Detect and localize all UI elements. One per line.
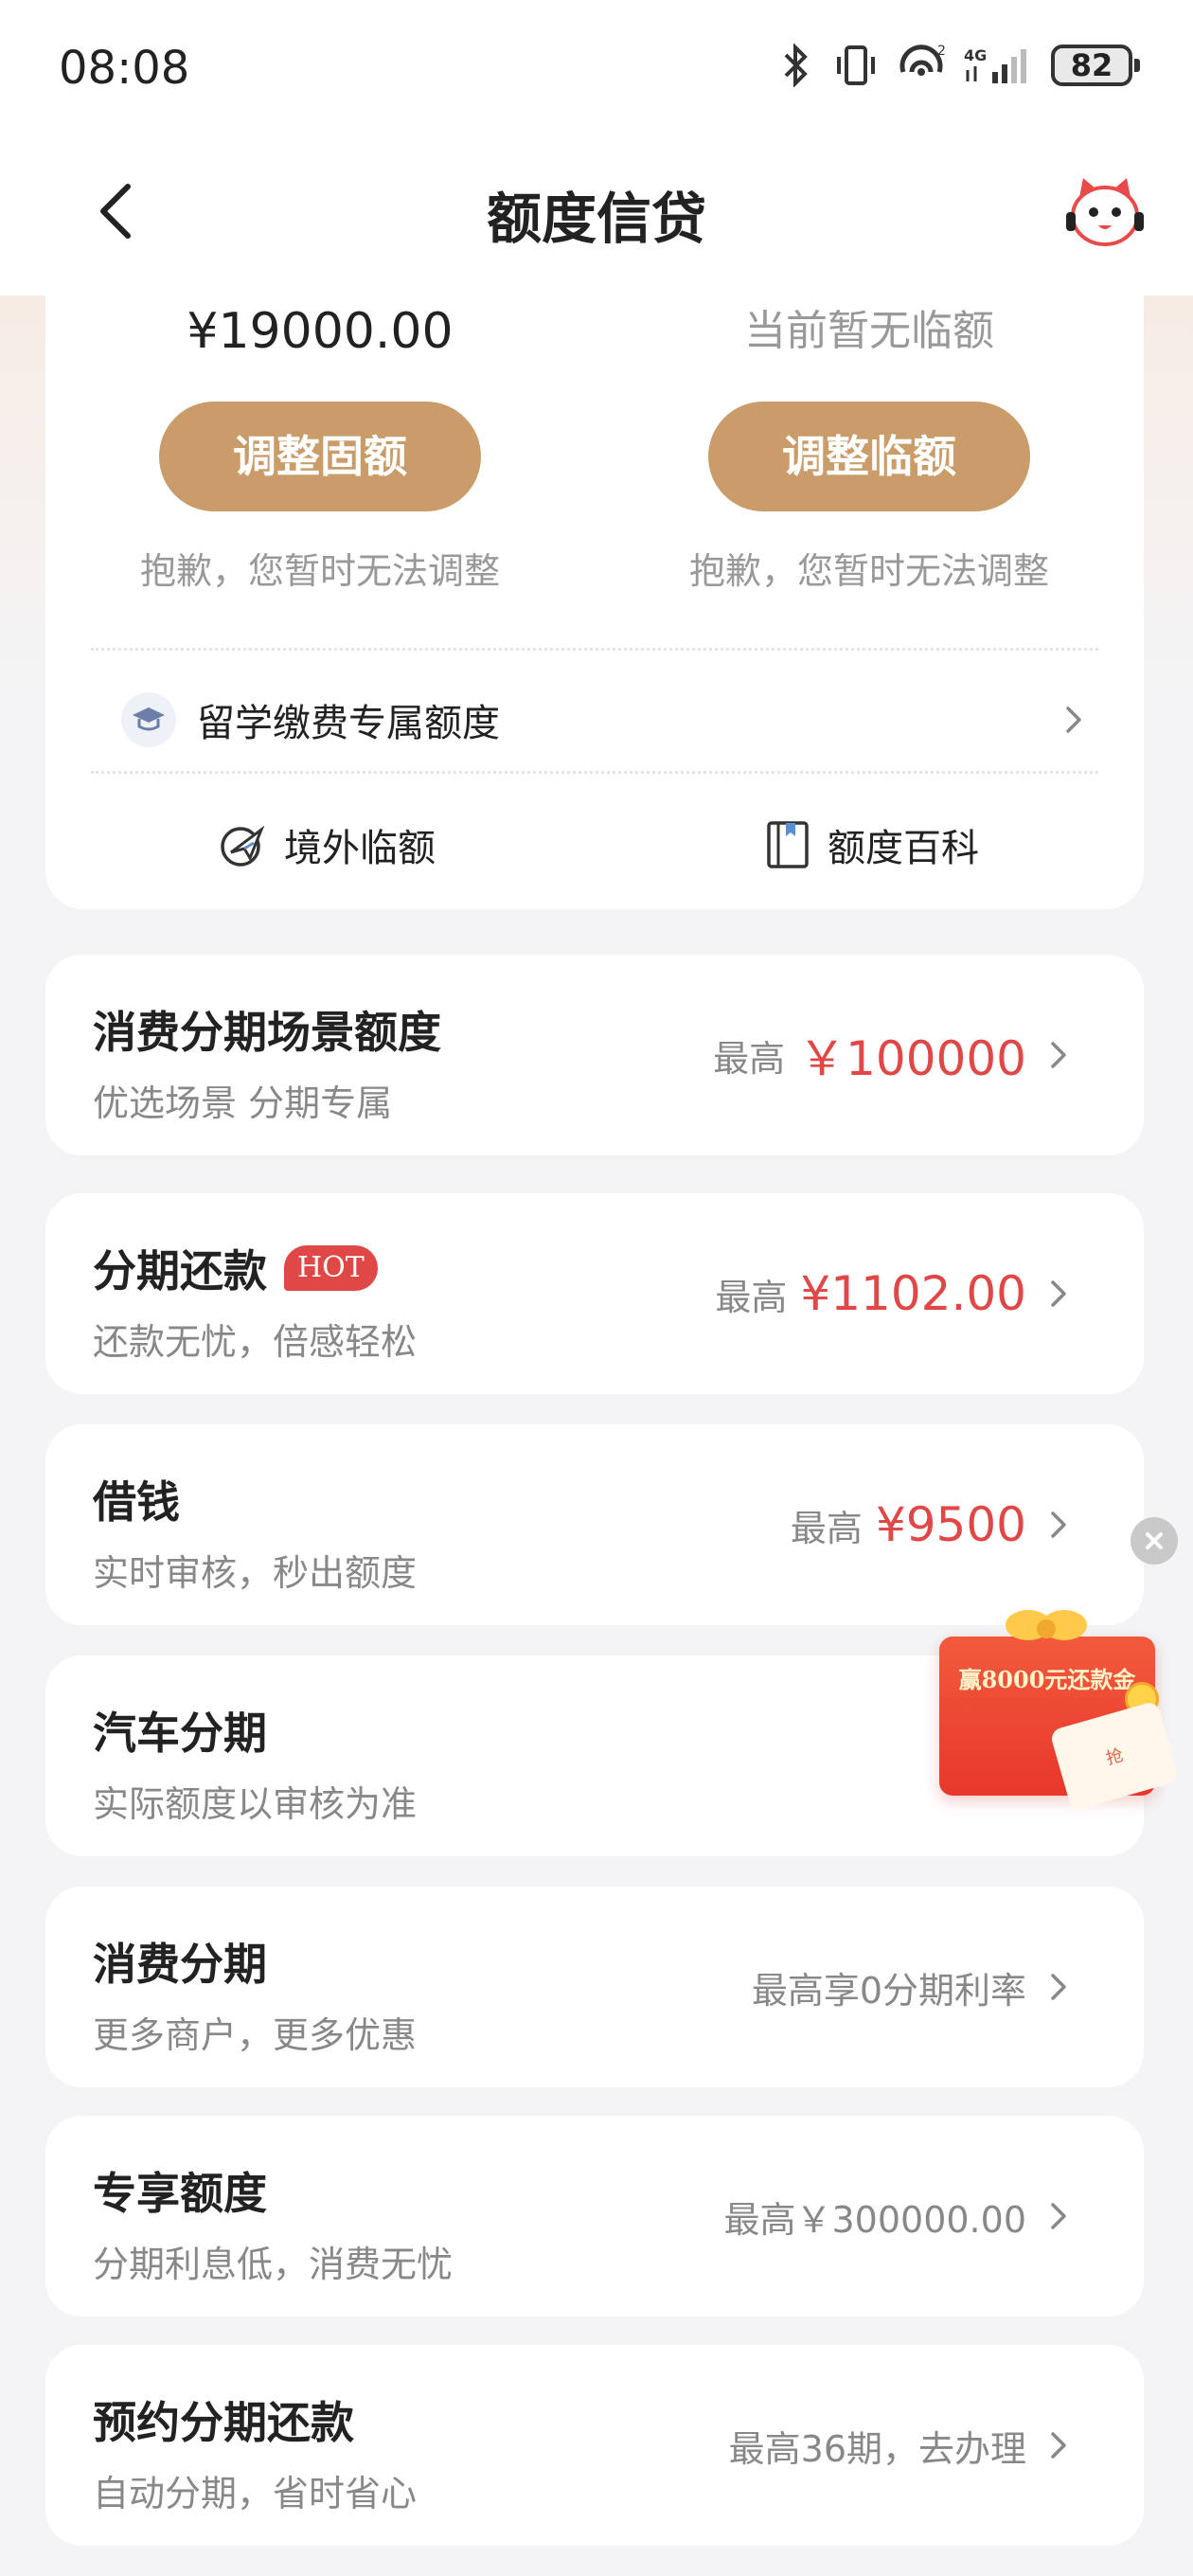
item-title: 借钱 bbox=[93, 1476, 180, 1528]
item-title: 分期还款 HOT bbox=[93, 1237, 378, 1299]
item-subtitle: 实际额度以审核为准 bbox=[93, 1783, 418, 1825]
quota-encyclopedia-label: 额度百科 bbox=[828, 827, 979, 870]
item-value-text: 最高￥300000.00 bbox=[723, 2198, 1027, 2241]
list-item-consumer-installment[interactable]: 消费分期 更多商户，更多优惠 最高享0分期利率 bbox=[45, 1887, 1144, 2087]
item-value: 最高享0分期利率 bbox=[752, 1887, 1077, 2087]
study-abroad-quota-row[interactable]: 留学缴费专属额度 bbox=[121, 684, 1085, 756]
adjust-temp-quota-button[interactable]: 调整临额 bbox=[708, 402, 1030, 511]
item-subtitle: 自动分期，省时省心 bbox=[93, 2473, 418, 2514]
chevron-right-icon bbox=[1040, 2426, 1077, 2464]
item-value-prefix: 最高 bbox=[790, 1507, 863, 1549]
red-envelope-promo[interactable]: 赢8000元还款金 抢 bbox=[926, 1602, 1184, 1822]
item-value: 最高 ¥9500 bbox=[791, 1424, 1077, 1625]
item-subtitle: 分期利息低，消费无忧 bbox=[93, 2244, 454, 2285]
item-value: 最高36期，去办理 bbox=[729, 2345, 1077, 2546]
status-time: 08:08 bbox=[59, 42, 190, 95]
item-title: 消费分期场景额度 bbox=[93, 1007, 441, 1058]
list-item-installment-repayment[interactable]: 分期还款 HOT 还款无忧，倍感轻松 最高 ¥1102.00 bbox=[45, 1193, 1144, 1394]
customer-service-mascot-icon bbox=[1066, 178, 1144, 246]
graduation-cap-icon bbox=[121, 692, 176, 747]
item-value-prefix: 最高 bbox=[713, 1037, 786, 1080]
svg-text:4G: 4G bbox=[964, 46, 987, 64]
gift-bow-icon bbox=[1006, 1610, 1087, 1640]
item-value: 最高 ￥100000 bbox=[713, 955, 1077, 1155]
item-subtitle: 优选场景 分期专属 bbox=[93, 1082, 393, 1124]
study-abroad-quota-label: 留学缴费专属额度 bbox=[197, 702, 500, 745]
item-value: 最高 ¥1102.00 bbox=[715, 1193, 1077, 1394]
chevron-right-icon bbox=[1040, 2197, 1077, 2235]
battery-indicator: 82 bbox=[1051, 45, 1140, 86]
bluetooth-icon bbox=[778, 44, 816, 87]
hot-badge: HOT bbox=[284, 1245, 378, 1291]
signal-icon: 4G bbox=[964, 44, 1034, 87]
temp-quota-amount: 当前暂无临额 bbox=[744, 307, 994, 355]
fixed-quota-amount: ¥19000.00 bbox=[187, 303, 454, 360]
hotspot-icon: 2 bbox=[896, 44, 947, 87]
item-value: 最高￥300000.00 bbox=[724, 2116, 1078, 2317]
temp-quota-note: 抱歉，您暂时无法调整 bbox=[688, 550, 1049, 592]
overseas-temp-quota-label: 境外临额 bbox=[284, 827, 436, 870]
item-subtitle: 更多商户，更多优惠 bbox=[93, 2014, 418, 2056]
svg-text:2: 2 bbox=[937, 44, 946, 59]
item-subtitle: 还款无忧，倍感轻松 bbox=[93, 1321, 418, 1363]
item-value-prefix: 最高 bbox=[715, 1276, 788, 1318]
promo-close-button[interactable] bbox=[1131, 1517, 1178, 1565]
overseas-temp-quota-link[interactable]: 境外临额 bbox=[218, 807, 436, 883]
item-value-amount: ￥100000 bbox=[798, 1031, 1026, 1086]
item-title: 汽车分期 bbox=[93, 1708, 267, 1759]
item-subtitle: 实时审核，秒出额度 bbox=[93, 1552, 418, 1594]
item-title: 预约分期还款 bbox=[93, 2397, 354, 2448]
vibrate-icon bbox=[833, 44, 879, 87]
item-title: 消费分期 bbox=[93, 1939, 267, 1990]
quota-shortcuts: 境外临额 额度百科 bbox=[45, 807, 1144, 883]
customer-service-button[interactable] bbox=[1062, 170, 1148, 256]
item-value-text: 最高享0分期利率 bbox=[751, 1969, 1026, 2012]
promo-text: 赢8000元还款金 bbox=[958, 1666, 1136, 1693]
item-value-amount: ¥1102.00 bbox=[800, 1266, 1026, 1321]
plane-globe-icon bbox=[221, 825, 265, 867]
list-item-exclusive-quota[interactable]: 专享额度 分期利息低，消费无忧 最高￥300000.00 bbox=[45, 2116, 1144, 2317]
item-value-amount: ¥9500 bbox=[875, 1497, 1026, 1552]
fixed-quota-note: 抱歉，您暂时无法调整 bbox=[139, 550, 500, 592]
chevron-right-icon bbox=[1040, 1506, 1077, 1544]
chevron-right-icon bbox=[1040, 1968, 1077, 2006]
chevron-right-icon bbox=[1040, 1275, 1077, 1313]
quota-card: ¥19000.00 调整固额 抱歉，您暂时无法调整 当前暂无临额 调整临额 抱歉… bbox=[45, 295, 1144, 909]
quota-encyclopedia-link[interactable]: 额度百科 bbox=[765, 807, 979, 883]
close-icon bbox=[1146, 1532, 1163, 1549]
book-icon bbox=[767, 821, 809, 868]
chevron-right-icon bbox=[1040, 1036, 1077, 1074]
chevron-right-icon bbox=[1066, 707, 1081, 733]
status-bar: 08:08 2 4G 82 bbox=[0, 0, 1193, 142]
list-item-scheduled-installment[interactable]: 预约分期还款 自动分期，省时省心 最高36期，去办理 bbox=[45, 2345, 1144, 2546]
divider bbox=[91, 648, 1098, 651]
status-icons: 2 4G 82 bbox=[778, 42, 1140, 89]
list-item-consumer-scene-quota[interactable]: 消费分期场景额度 优选场景 分期专属 最高 ￥100000 bbox=[45, 955, 1144, 1155]
divider bbox=[91, 771, 1098, 774]
nav-bar: 额度信贷 bbox=[0, 142, 1193, 295]
page-title: 额度信贷 bbox=[486, 187, 706, 251]
item-title: 专享额度 bbox=[93, 2168, 267, 2219]
adjust-fixed-quota-button[interactable]: 调整固额 bbox=[159, 402, 481, 511]
item-value-text: 最高36期，去办理 bbox=[728, 2427, 1026, 2470]
list-item-borrow-money[interactable]: 借钱 实时审核，秒出额度 最高 ¥9500 bbox=[45, 1424, 1144, 1625]
